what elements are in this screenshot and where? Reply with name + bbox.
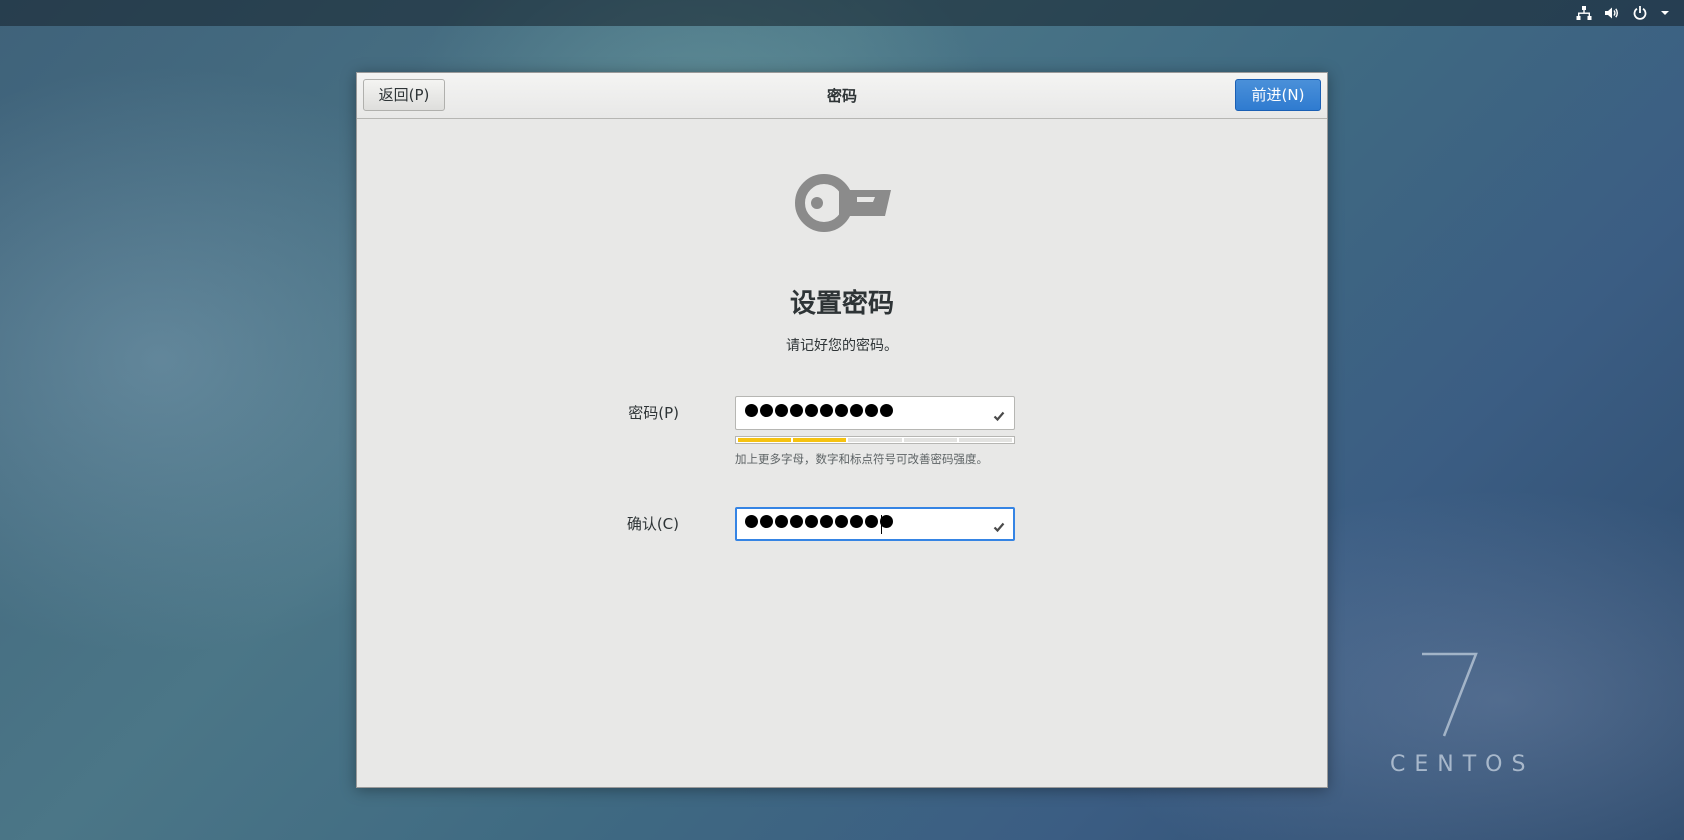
network-icon[interactable] [1576,5,1592,21]
password-mask [745,404,893,417]
strength-segment [903,438,957,442]
confirm-password-input[interactable] [735,507,1015,541]
power-icon[interactable] [1632,5,1648,21]
dialog-title: 密码 [826,87,857,105]
key-icon [793,171,893,239]
password-input[interactable] [735,396,1015,430]
header-bar: 返回(P) 密码 前进(N) [357,73,1327,119]
strength-segment [958,438,1013,442]
system-tray[interactable] [1576,4,1670,22]
page-subtitle: 请记好您的密码。 [786,338,898,354]
next-button[interactable]: 前进(N) [1235,79,1321,111]
top-bar [0,0,1684,26]
dropdown-arrow-icon[interactable] [1660,5,1670,21]
confirm-label: 确认(C) [626,515,679,533]
centos-version-numeral: 7 [1420,640,1480,744]
checkmark-icon [993,518,1005,537]
password-dialog: 返回(P) 密码 前进(N) 设置密码 请记好您的密码。 密码(P) 加上更多字… [356,72,1328,788]
password-strength-meter [735,436,1015,444]
text-caret [881,515,882,534]
centos-numeral-text: 7 [1420,640,1430,644]
strength-segment [738,438,792,442]
strength-segment [848,438,902,442]
password-label: 密码(P) [628,404,679,422]
volume-icon[interactable] [1604,5,1620,21]
centos-logo-text: CENTOS [1390,752,1535,777]
strength-segment [793,438,847,442]
confirm-mask [745,515,893,528]
checkmark-icon [993,407,1005,426]
page-heading: 设置密码 [789,289,894,319]
strength-hint: 加上更多字母，数字和标点符号可改善密码强度。 [735,452,988,466]
